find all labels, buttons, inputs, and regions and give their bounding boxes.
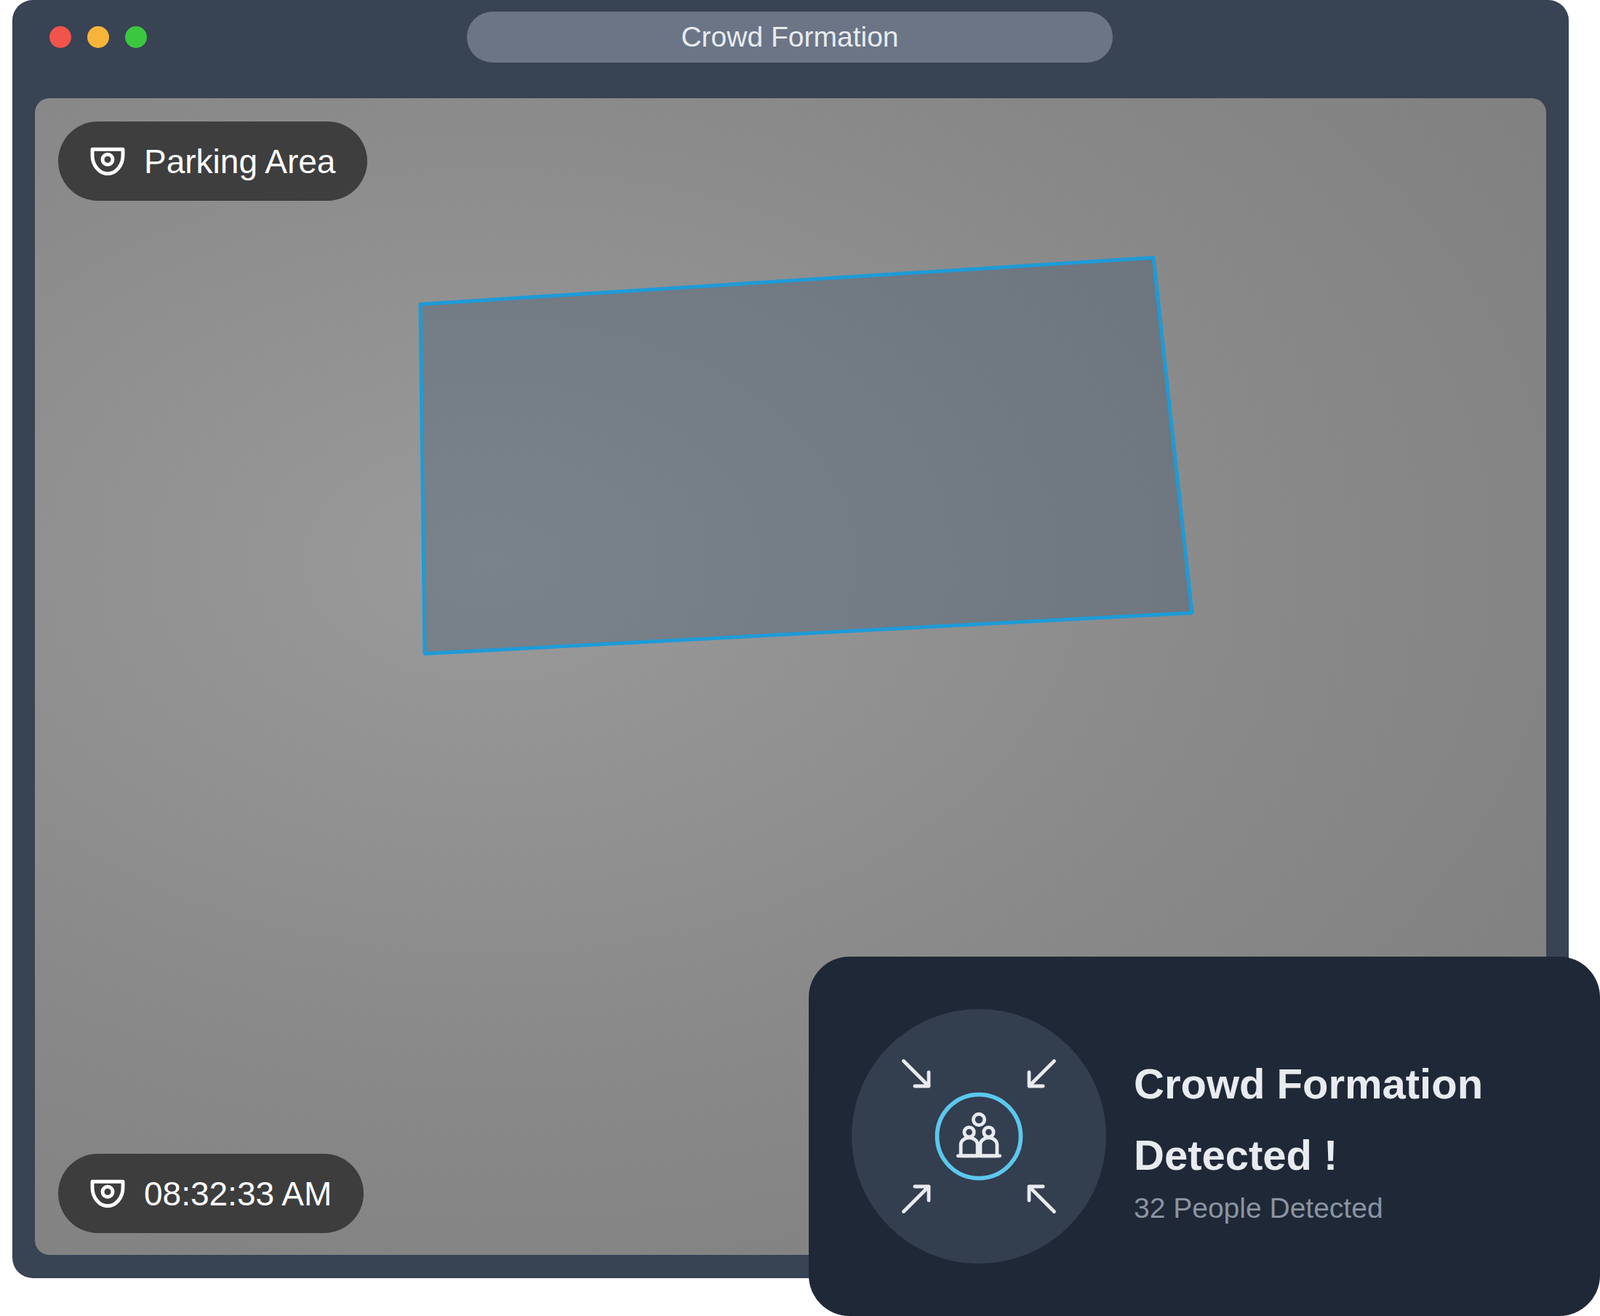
camera-icon xyxy=(87,1173,128,1214)
camera-icon xyxy=(87,141,128,182)
people-count: 32 People Detected xyxy=(1133,1192,1571,1224)
window-title: Crowd Formation xyxy=(466,11,1113,63)
alert-text: Crowd Formation Detected !32 People Dete… xyxy=(1133,1048,1571,1224)
location-label: Parking Area xyxy=(58,121,368,201)
alert-title: Crowd Formation Detected ! xyxy=(1133,1048,1571,1191)
window-controls xyxy=(49,26,147,48)
title-bar: Crowd Formation xyxy=(12,0,1569,74)
alert-card: Crowd Formation Detected !32 People Dete… xyxy=(808,956,1600,1316)
timestamp-label: 08:32:33 AM xyxy=(58,1153,364,1233)
close-button[interactable] xyxy=(49,26,72,48)
page: Crowd Formation Parking Area 08:32:33 AM Cr… xyxy=(0,0,1600,1316)
crowd-formation-icon xyxy=(895,1052,1063,1220)
alert-icon-badge xyxy=(851,1008,1107,1264)
maximize-button[interactable] xyxy=(125,26,147,48)
minimize-button[interactable] xyxy=(87,26,110,48)
